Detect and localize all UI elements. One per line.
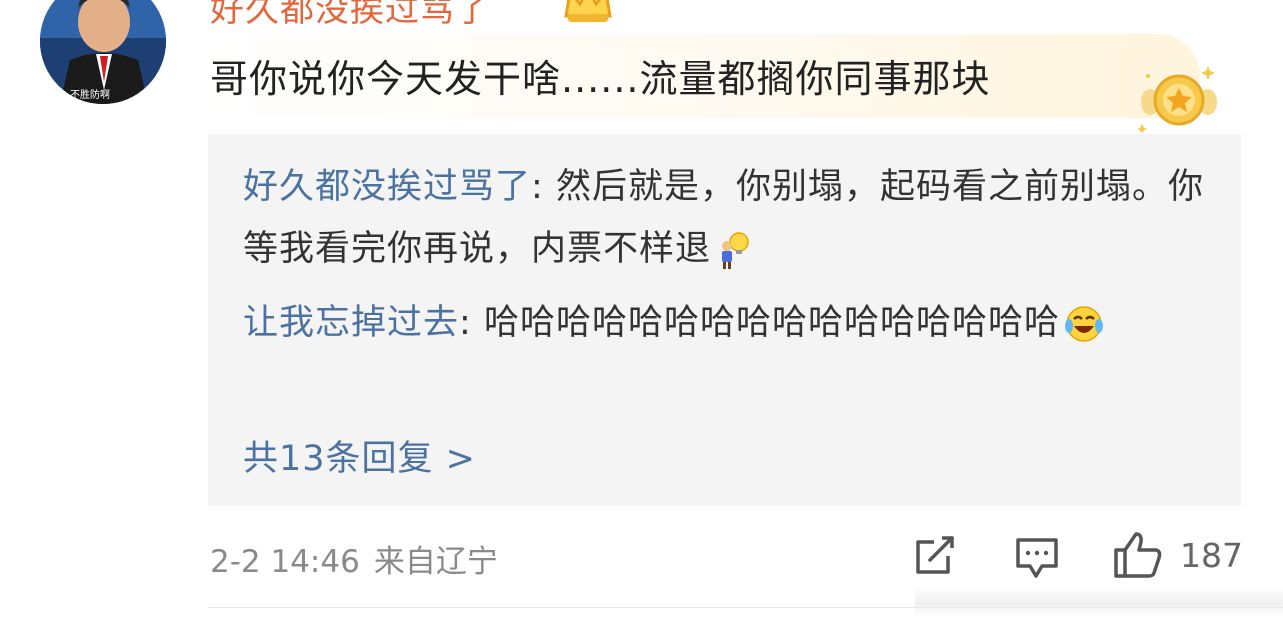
- reply-item[interactable]: 让我忘掉过去: 哈哈哈哈哈哈哈哈哈哈哈哈哈哈哈哈: [243, 292, 1213, 354]
- reply-separator: :: [531, 167, 556, 207]
- reply-separator: :: [459, 303, 484, 343]
- gold-star-badge-icon: [1138, 66, 1217, 132]
- comment-meta: 2-2 14:46 来自辽宁: [210, 536, 498, 581]
- like-count: 187: [1180, 536, 1243, 575]
- share-icon[interactable]: [912, 536, 958, 578]
- divider: [208, 607, 1283, 608]
- crown-icon: [564, 0, 612, 22]
- reply-item[interactable]: 好久都没挨过骂了: 然后就是，你别塌，起码看之前别塌。你等我看完你再说，内票不样…: [243, 156, 1213, 280]
- comment-location: 来自辽宁: [373, 544, 498, 580]
- avatar-photo: 不胜防啊: [40, 0, 166, 104]
- comment-username[interactable]: 好久都没挨过骂了: [210, 0, 490, 31]
- reply-text: 哈哈哈哈哈哈哈哈哈哈哈哈哈哈哈哈: [483, 303, 1060, 343]
- thumbs-up-icon[interactable]: [1112, 530, 1164, 580]
- comment-time: 2-2 14:46: [210, 544, 360, 580]
- comment-text: 哥你说你今天发干啥......流量都搁你同事那块: [210, 57, 991, 101]
- laughing-tears-emoji: [1064, 306, 1103, 342]
- avatar-caption: 不胜防啊: [70, 88, 110, 101]
- scroll-indicator: [915, 586, 1283, 616]
- reply-author[interactable]: 好久都没挨过骂了: [243, 167, 531, 207]
- reply-author[interactable]: 让我忘掉过去: [243, 303, 459, 343]
- comment-icon[interactable]: [1014, 536, 1060, 580]
- more-replies-link[interactable]: 共13条回复 >: [243, 430, 476, 481]
- avatar[interactable]: 不胜防啊: [40, 0, 166, 104]
- lightbulb-figure-emoji: [722, 232, 749, 269]
